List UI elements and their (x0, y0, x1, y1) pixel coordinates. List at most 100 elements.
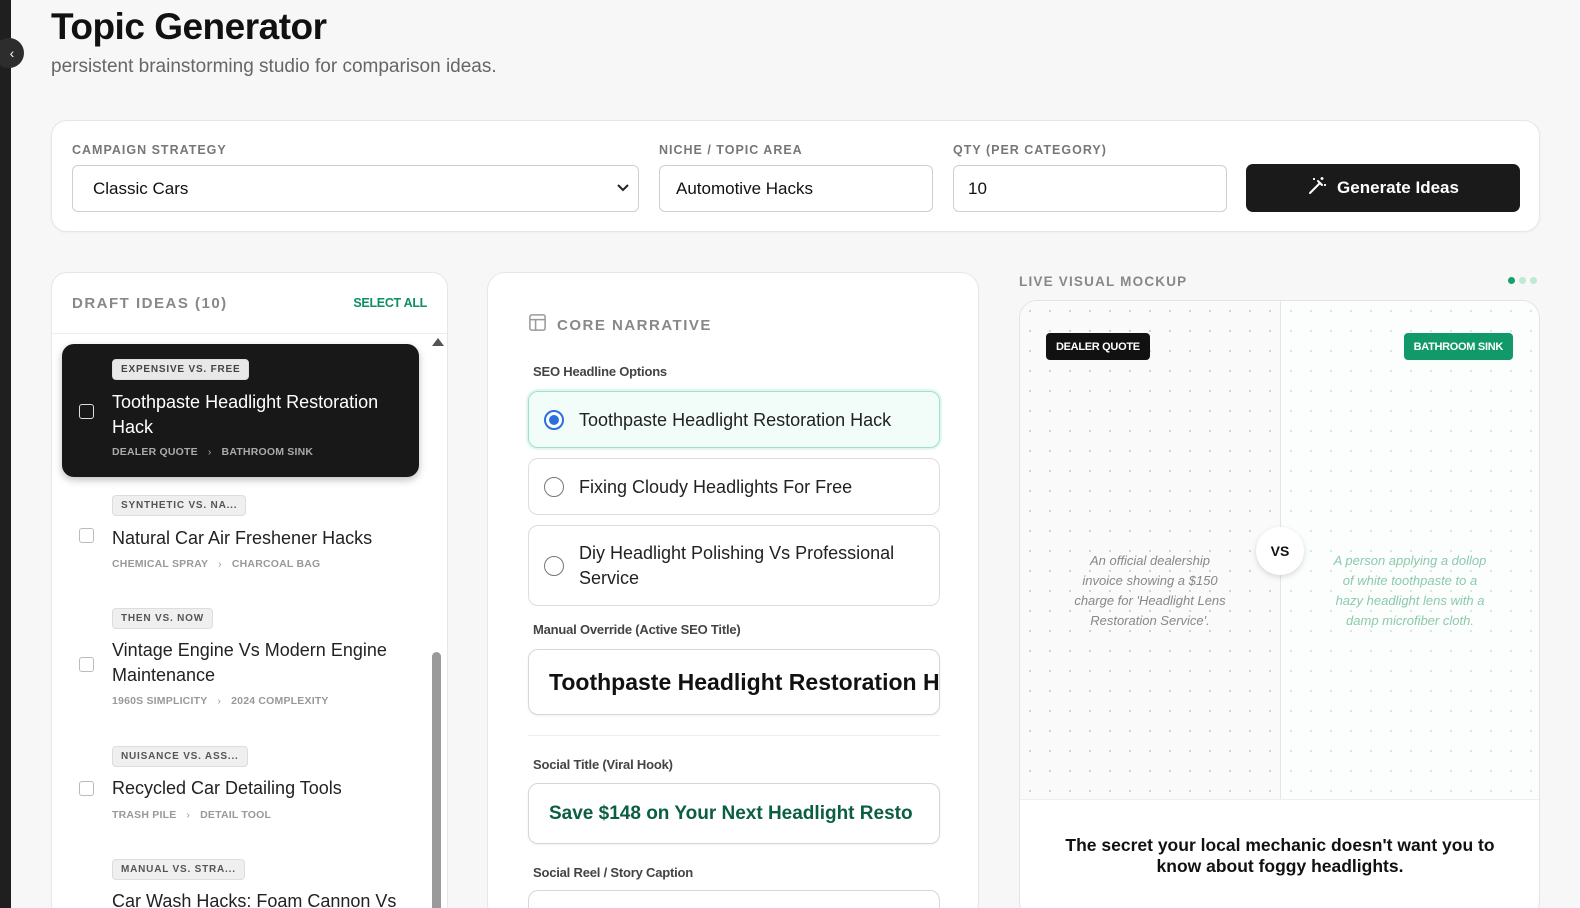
select-all-button[interactable]: SELECT ALL (353, 296, 427, 310)
draft-ideas-header: DRAFT IDEAS (10) SELECT ALL (52, 273, 447, 334)
chevron-right-icon: › (207, 446, 212, 458)
radio-selected[interactable] (544, 410, 564, 430)
left-tag: DEALER QUOTE (1046, 333, 1150, 360)
carousel-dots[interactable] (1508, 277, 1537, 284)
carousel-dot[interactable] (1530, 277, 1537, 284)
strategy-label: CAMPAIGN STRATEGY (72, 143, 227, 157)
generate-ideas-label: Generate Ideas (1337, 178, 1459, 197)
left-rail (0, 0, 11, 908)
radio[interactable] (544, 477, 564, 497)
draft-meta: CHEMICAL SPRAY › CHARCOAL BAG (112, 558, 320, 570)
core-narrative-header: CORE NARRATIVE (528, 313, 712, 337)
draft-title: Toothpaste Headlight Restoration Hack (112, 392, 379, 437)
seo-option-text: Fixing Cloudy Headlights For Free (579, 477, 853, 497)
controls-card: CAMPAIGN STRATEGY Classic Cars NICHE / T… (51, 120, 1540, 232)
mockup-right-panel (1281, 301, 1539, 799)
draft-checkbox[interactable] (79, 781, 94, 796)
draft-meta-right: 2024 COMPLEXITY (231, 695, 329, 707)
draft-badge: SYNTHETIC VS. NA... (112, 495, 247, 516)
chevron-down-icon (616, 180, 630, 197)
scroll-thumb[interactable] (432, 652, 441, 908)
draft-meta: 1960S SIMPLICITY › 2024 COMPLEXITY (112, 695, 329, 707)
live-mockup-label: LIVE VISUAL MOCKUP (1019, 274, 1188, 289)
draft-meta-right: CHARCOAL BAG (231, 558, 321, 570)
draft-item[interactable]: SYNTHETIC VS. NA... Natural Car Air Fres… (62, 485, 419, 585)
seo-option-text: Toothpaste Headlight Restoration Hack (579, 410, 892, 430)
niche-label: NICHE / TOPIC AREA (659, 143, 803, 157)
chevron-left-icon: ‹ (9, 45, 15, 61)
social-title-value: Save $148 on Your Next Headlight Resto (549, 802, 913, 824)
seo-title-override-input[interactable]: Toothpaste Headlight Restoration H (528, 649, 940, 715)
mockup-left-panel (1020, 301, 1280, 799)
draft-checkbox[interactable] (79, 528, 94, 543)
radio[interactable] (544, 556, 564, 576)
draft-title: Vintage Engine Vs Modern Engine Maintena… (112, 640, 387, 685)
override-label: Manual Override (Active SEO Title) (533, 622, 741, 637)
seo-option-text: Diy Headlight Polishing Vs Professional … (579, 543, 895, 588)
seo-options-label: SEO Headline Options (533, 364, 667, 379)
mockup-hook-text: The secret your local mechanic doesn't w… (1065, 835, 1495, 876)
qty-input[interactable]: 10 (953, 165, 1227, 212)
draft-meta: DEALER QUOTE › BATHROOM SINK (112, 446, 313, 458)
social-title-label: Social Title (Viral Hook) (533, 757, 673, 772)
seo-option[interactable]: Fixing Cloudy Headlights For Free (528, 458, 940, 515)
draft-badge: EXPENSIVE VS. FREE (112, 359, 250, 380)
draft-badge: MANUAL VS. STRA... (112, 859, 245, 880)
draft-meta-right: DETAIL TOOL (200, 809, 272, 821)
draft-item[interactable]: THEN VS. NOW Vintage Engine Vs Modern En… (62, 597, 419, 717)
draft-meta-right: BATHROOM SINK (221, 446, 314, 458)
draft-title: Natural Car Air Freshener Hacks (112, 528, 373, 548)
draft-ideas-title: DRAFT IDEAS (10) (72, 295, 228, 312)
right-description: A person applying a dollop of white toot… (1333, 553, 1487, 628)
caption-label: Social Reel / Story Caption (533, 865, 694, 880)
right-tag: BATHROOM SINK (1403, 333, 1513, 360)
magic-wand-icon (1307, 176, 1327, 201)
draft-item[interactable]: NUISANCE VS. ASS... Recycled Car Detaili… (62, 735, 419, 835)
draft-meta-left: CHEMICAL SPRAY (112, 558, 209, 570)
mockup-card: DEALER QUOTE BATHROOM SINK An official d… (1019, 300, 1540, 908)
chevron-right-icon: › (218, 558, 222, 570)
seo-option[interactable]: Diy Headlight Polishing Vs Professional … (528, 525, 940, 606)
draft-badge: NUISANCE VS. ASS... (112, 746, 248, 767)
niche-value: Automotive Hacks (676, 178, 813, 198)
carousel-dot[interactable] (1519, 277, 1526, 284)
chevron-right-icon: › (186, 809, 191, 821)
collapse-sidebar-button[interactable]: ‹ (0, 38, 24, 68)
core-narrative-title: CORE NARRATIVE (557, 316, 712, 334)
draft-badge: THEN VS. NOW (112, 608, 213, 629)
divider (528, 735, 940, 736)
carousel-dot-active[interactable] (1508, 277, 1515, 284)
draft-meta: TRASH PILE › DETAIL TOOL (112, 809, 271, 821)
caption-textarea[interactable] (528, 890, 940, 908)
override-value: Toothpaste Headlight Restoration H (549, 668, 940, 695)
page-subtitle: persistent brainstorming studio for comp… (51, 56, 497, 77)
strategy-select[interactable]: Classic Cars (72, 165, 639, 212)
draft-checkbox[interactable] (79, 657, 94, 672)
draft-checkbox[interactable] (79, 404, 94, 419)
left-description: An official dealership invoice showing a… (1074, 553, 1226, 628)
draft-meta-left: TRASH PILE (112, 809, 177, 821)
core-narrative-panel: CORE NARRATIVE SEO Headline Options Toot… (487, 272, 979, 908)
scroll-up-arrow-icon[interactable] (432, 338, 444, 346)
draft-item[interactable]: MANUAL VS. STRA... Car Wash Hacks: Foam … (62, 848, 419, 908)
strategy-value: Classic Cars (93, 178, 189, 198)
draft-meta-left: DEALER QUOTE (112, 446, 198, 458)
page-title: Topic Generator (51, 6, 327, 47)
draft-ideas-list: EXPENSIVE VS. FREE Toothpaste Headlight … (52, 335, 432, 908)
draft-title: Recycled Car Detailing Tools (112, 778, 342, 798)
draft-list-scrollbar[interactable] (430, 338, 444, 908)
draft-ideas-panel: DRAFT IDEAS (10) SELECT ALL EXPENSIVE VS… (51, 272, 448, 908)
draft-item-active[interactable]: EXPENSIVE VS. FREE Toothpaste Headlight … (62, 344, 419, 477)
generate-ideas-button[interactable]: Generate Ideas (1246, 164, 1520, 212)
draft-title: Car Wash Hacks: Foam Cannon Vs (112, 891, 397, 908)
niche-input[interactable]: Automotive Hacks (659, 165, 933, 212)
vs-badge: VS (1256, 527, 1304, 575)
chevron-right-icon: › (217, 695, 222, 707)
seo-option-selected[interactable]: Toothpaste Headlight Restoration Hack (528, 391, 940, 448)
layout-icon (528, 313, 547, 337)
draft-meta-left: 1960S SIMPLICITY (112, 695, 208, 707)
qty-value: 10 (968, 178, 987, 198)
qty-label: QTY (PER CATEGORY) (953, 143, 1107, 157)
mockup-divider (1020, 799, 1539, 800)
social-title-input[interactable]: Save $148 on Your Next Headlight Resto (528, 783, 940, 844)
